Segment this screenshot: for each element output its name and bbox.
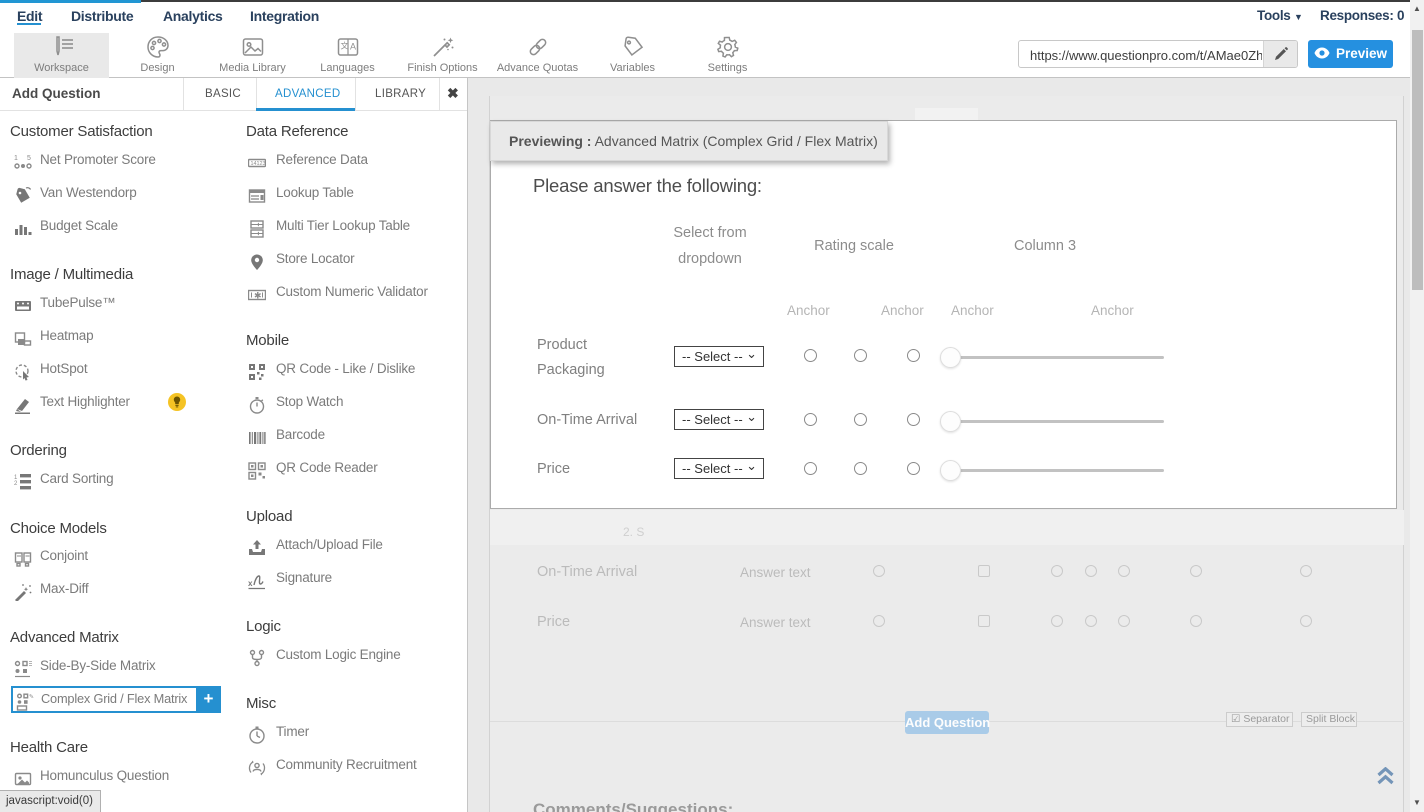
svg-text:x: x [248,579,253,588]
svg-text:✎: ✎ [29,694,34,701]
svg-text:1: 1 [14,155,18,162]
svg-text:14123: 14123 [251,161,266,167]
svg-text:文: 文 [340,41,348,51]
svg-text:2: 2 [14,481,18,487]
svg-text:☰: ☰ [29,661,33,668]
svg-text:A: A [350,42,356,52]
svg-text:5: 5 [27,155,31,162]
svg-text:✱: ✱ [254,291,262,301]
